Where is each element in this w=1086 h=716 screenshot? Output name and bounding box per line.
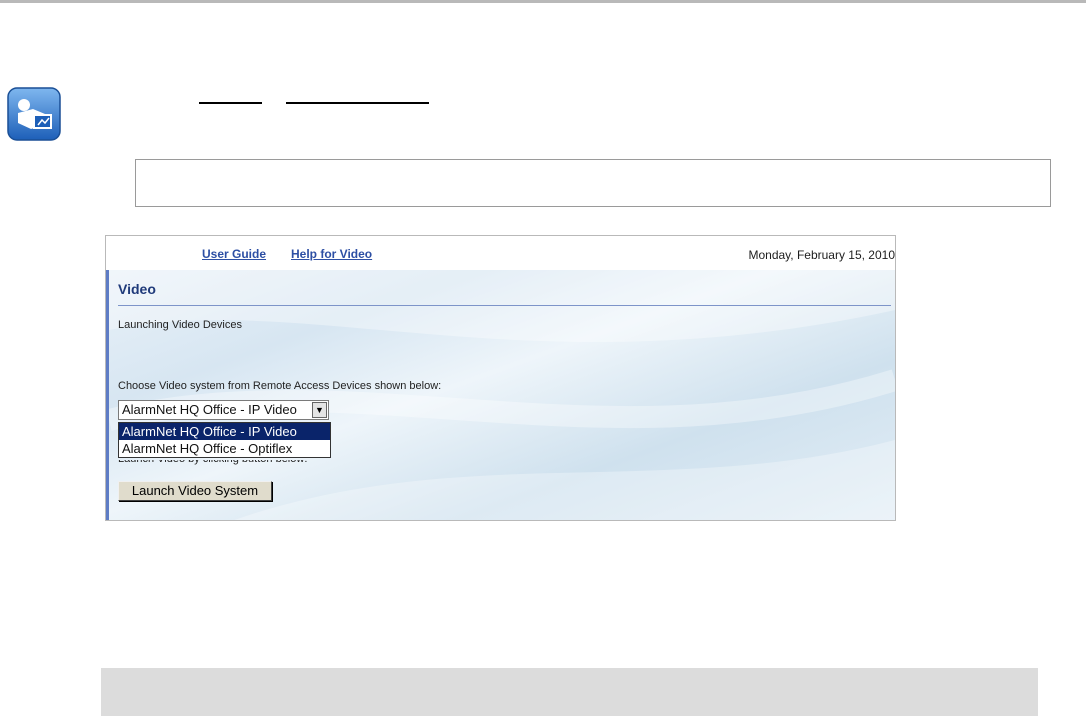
title-divider (118, 305, 891, 306)
video-subtitle: Launching Video Devices (118, 319, 242, 331)
top-divider (0, 0, 1086, 3)
video-panel: Video Launching Video Devices Choose Vid… (106, 270, 895, 520)
video-title: Video (118, 281, 156, 297)
screenshot-header: User Guide Help for Video Monday, Februa… (106, 236, 895, 270)
dropdown-option[interactable]: AlarmNet HQ Office - Optiflex (119, 440, 330, 457)
user-guide-link[interactable]: User Guide (202, 247, 266, 261)
heading-underline (199, 102, 262, 104)
date-label: Monday, February 15, 2010 (748, 248, 895, 262)
dropdown-option[interactable]: AlarmNet HQ Office - IP Video (119, 423, 330, 440)
embedded-screenshot: User Guide Help for Video Monday, Februa… (105, 235, 896, 521)
video-system-select[interactable]: AlarmNet HQ Office - IP Video ▼ (118, 400, 329, 420)
heading-underline (286, 102, 429, 104)
chevron-down-icon[interactable]: ▼ (312, 402, 327, 418)
choose-system-label: Choose Video system from Remote Access D… (118, 380, 442, 392)
note-box (135, 159, 1051, 207)
footer-note-box (101, 668, 1038, 716)
video-camera-icon (7, 87, 61, 141)
video-system-dropdown[interactable]: AlarmNet HQ Office - IP Video AlarmNet H… (118, 422, 331, 458)
help-for-video-link[interactable]: Help for Video (291, 247, 372, 261)
select-value: AlarmNet HQ Office - IP Video (122, 402, 297, 417)
launch-video-button[interactable]: Launch Video System (118, 481, 272, 501)
